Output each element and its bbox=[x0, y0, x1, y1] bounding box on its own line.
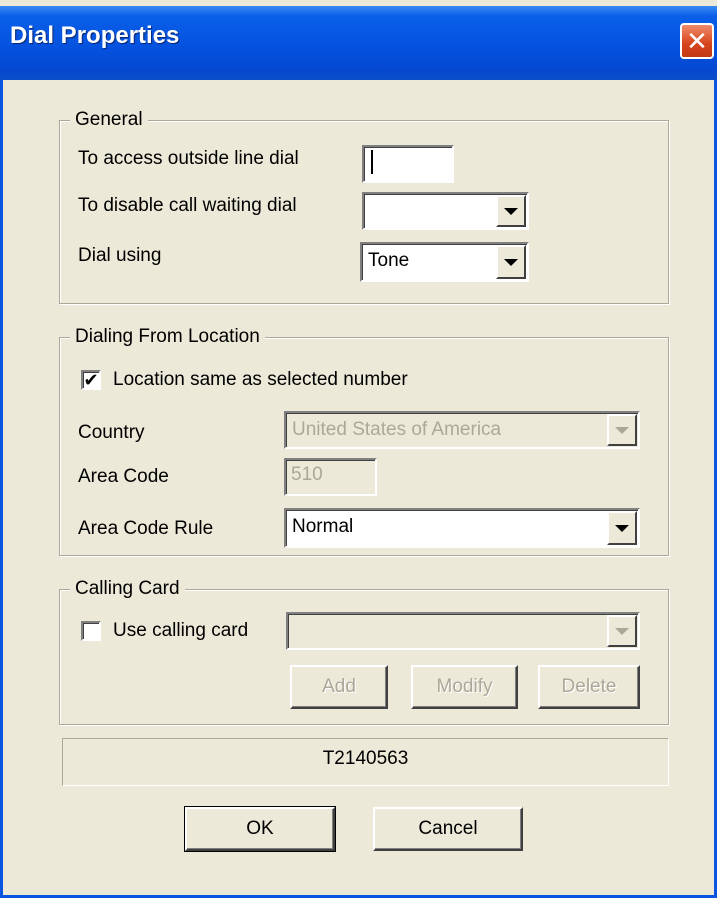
window-title: Dial Properties bbox=[10, 22, 180, 49]
location-group-title: Dialing From Location bbox=[70, 325, 265, 349]
country-value: United States of America bbox=[292, 419, 502, 440]
area-code-rule-combo[interactable]: Normal bbox=[284, 508, 640, 548]
text-caret bbox=[371, 149, 373, 174]
title-bar[interactable]: Dial Properties ✕ bbox=[0, 0, 717, 80]
call-waiting-label: To disable call waiting dial bbox=[78, 195, 297, 216]
call-waiting-dropdown-button[interactable] bbox=[496, 195, 526, 227]
dial-using-dropdown-button[interactable] bbox=[496, 245, 526, 279]
area-code-field: 510 bbox=[284, 458, 377, 496]
outside-line-label: To access outside line dial bbox=[78, 148, 299, 169]
checkmark-icon: ✔ bbox=[83, 370, 99, 390]
status-text: T2140563 bbox=[322, 748, 409, 769]
close-icon: ✕ bbox=[686, 26, 708, 56]
calling-card-group-title: Calling Card bbox=[70, 577, 185, 601]
area-code-label: Area Code bbox=[78, 466, 169, 487]
chevron-down-icon bbox=[504, 258, 518, 266]
country-combo: United States of America bbox=[284, 411, 640, 449]
chevron-down-icon bbox=[615, 524, 629, 532]
location-same-label[interactable]: Location same as selected number bbox=[113, 368, 408, 392]
calling-card-combo bbox=[286, 612, 640, 650]
dial-using-combo[interactable]: Tone bbox=[360, 242, 529, 282]
cancel-button[interactable]: Cancel bbox=[373, 807, 523, 851]
area-code-rule-label: Area Code Rule bbox=[78, 518, 214, 539]
status-field: T2140563 bbox=[62, 738, 669, 786]
modify-button: Modify bbox=[411, 665, 518, 709]
use-calling-card-label[interactable]: Use calling card bbox=[113, 619, 248, 643]
location-same-checkbox[interactable]: ✔ bbox=[81, 370, 101, 390]
ok-button[interactable]: OK bbox=[184, 806, 336, 852]
general-group-title: General bbox=[70, 108, 148, 132]
area-code-rule-value: Normal bbox=[292, 516, 354, 537]
chevron-down-icon bbox=[615, 627, 629, 635]
dial-using-value: Tone bbox=[368, 250, 410, 271]
chevron-down-icon bbox=[615, 426, 629, 434]
delete-button: Delete bbox=[538, 665, 640, 709]
add-button: Add bbox=[290, 665, 388, 709]
chevron-down-icon bbox=[504, 207, 518, 215]
outside-line-field[interactable] bbox=[362, 145, 454, 183]
country-dropdown-button bbox=[607, 414, 637, 446]
area-code-rule-dropdown-button[interactable] bbox=[607, 511, 637, 545]
calling-card-dropdown-button bbox=[607, 615, 637, 647]
call-waiting-combo[interactable] bbox=[362, 192, 529, 230]
use-calling-card-checkbox[interactable] bbox=[81, 621, 101, 641]
country-label: Country bbox=[78, 422, 145, 443]
close-button[interactable]: ✕ bbox=[680, 23, 714, 59]
dial-using-label: Dial using bbox=[78, 245, 162, 266]
dial-properties-dialog: Dial Properties ✕ General To access outs… bbox=[0, 0, 717, 898]
